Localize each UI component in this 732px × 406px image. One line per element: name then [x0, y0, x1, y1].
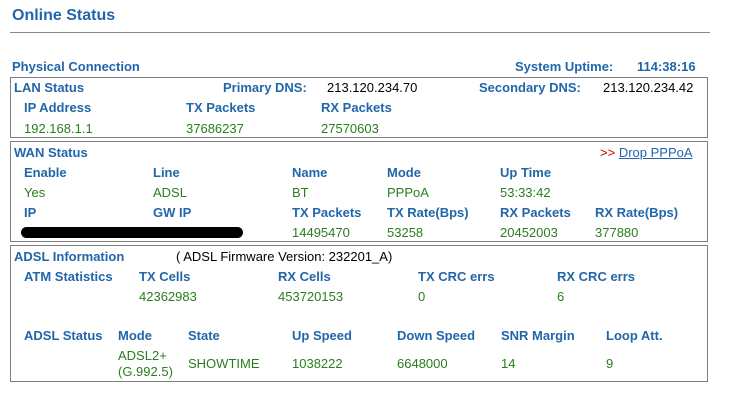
secondary-dns-value: 213.120.234.42 [603, 80, 694, 95]
wan-line-header: Line [153, 165, 180, 180]
adsl-state-header: State [188, 328, 220, 343]
adsl-loop-header: Loop Att. [606, 328, 663, 343]
wan-txrate-value: 53258 [387, 225, 424, 240]
drop-arrows-icon: >> [600, 145, 616, 160]
wan-tx-value: 14495470 [292, 225, 350, 240]
lan-tx-value: 37686237 [186, 121, 244, 136]
lan-rx-value: 27570603 [321, 121, 379, 136]
adsl-loop-value: 9 [606, 356, 614, 371]
adsl-mode-value-line2: (G.992.5) [118, 364, 173, 379]
atm-rx-crc-value: 6 [557, 289, 565, 304]
title-divider [10, 32, 710, 33]
drop-pppoa-link[interactable]: >> Drop PPPoA [600, 145, 693, 160]
adsl-mode-header: Mode [118, 328, 152, 343]
page-title: Online Status [12, 7, 116, 24]
lan-status-label: LAN Status [14, 80, 85, 95]
adsl-info-label: ADSL Information [14, 249, 125, 264]
wan-txrate-header: TX Rate(Bps) [387, 205, 469, 220]
wan-rxrate-value: 377880 [595, 225, 639, 240]
physical-connection-label: Physical Connection [12, 59, 140, 74]
adsl-info-panel [10, 245, 708, 382]
adsl-snr-header: SNR Margin [501, 328, 575, 343]
wan-mode-value: PPPoA [387, 185, 429, 200]
atm-tx-crc-header: TX CRC errs [418, 269, 495, 284]
adsl-mode-value-line1: ADSL2+ [118, 348, 167, 363]
adsl-status-label: ADSL Status [24, 328, 103, 343]
primary-dns-value: 213.120.234.70 [327, 80, 418, 95]
adsl-state-value: SHOWTIME [188, 356, 260, 371]
primary-dns-label: Primary DNS: [223, 80, 307, 95]
atm-rx-cells-value: 453720153 [278, 289, 344, 304]
atm-tx-crc-value: 0 [418, 289, 426, 304]
atm-rx-crc-header: RX CRC errs [557, 269, 636, 284]
adsl-up-speed-header: Up Speed [292, 328, 352, 343]
wan-uptime-header: Up Time [500, 165, 552, 180]
atm-rx-cells-header: RX Cells [278, 269, 331, 284]
wan-line-value: ADSL [153, 185, 187, 200]
wan-mode-header: Mode [387, 165, 421, 180]
wan-enable-value: Yes [24, 185, 46, 200]
secondary-dns-label: Secondary DNS: [479, 80, 581, 95]
adsl-down-speed-value: 6648000 [397, 356, 448, 371]
wan-gwip-header: GW IP [153, 205, 192, 220]
wan-rx-value: 20452003 [500, 225, 558, 240]
wan-name-value: BT [292, 185, 309, 200]
atm-statistics-label: ATM Statistics [24, 269, 113, 284]
wan-ip-header: IP [24, 205, 37, 220]
wan-uptime-value: 53:33:42 [500, 185, 551, 200]
lan-ip-value: 192.168.1.1 [24, 121, 93, 136]
drop-pppoa-text[interactable]: Drop PPPoA [619, 145, 693, 160]
adsl-up-speed-value: 1038222 [292, 356, 343, 371]
wan-enable-header: Enable [24, 165, 67, 180]
redacted-ip-bar [21, 227, 243, 238]
wan-rxrate-header: RX Rate(Bps) [595, 205, 679, 220]
adsl-down-speed-header: Down Speed [397, 328, 476, 343]
lan-ip-header: IP Address [24, 100, 92, 115]
atm-tx-cells-value: 42362983 [139, 289, 197, 304]
lan-rx-header: RX Packets [321, 100, 392, 115]
atm-tx-cells-header: TX Cells [139, 269, 191, 284]
system-uptime-label: System Uptime: [515, 59, 614, 74]
wan-tx-header: TX Packets [292, 205, 362, 220]
wan-name-header: Name [292, 165, 328, 180]
adsl-snr-value: 14 [501, 356, 516, 371]
system-uptime-value: 114:38:16 [637, 59, 696, 74]
lan-tx-header: TX Packets [186, 100, 256, 115]
adsl-firmware-text: ( ADSL Firmware Version: 232201_A) [176, 249, 393, 264]
wan-rx-header: RX Packets [500, 205, 571, 220]
wan-status-label: WAN Status [14, 145, 88, 160]
